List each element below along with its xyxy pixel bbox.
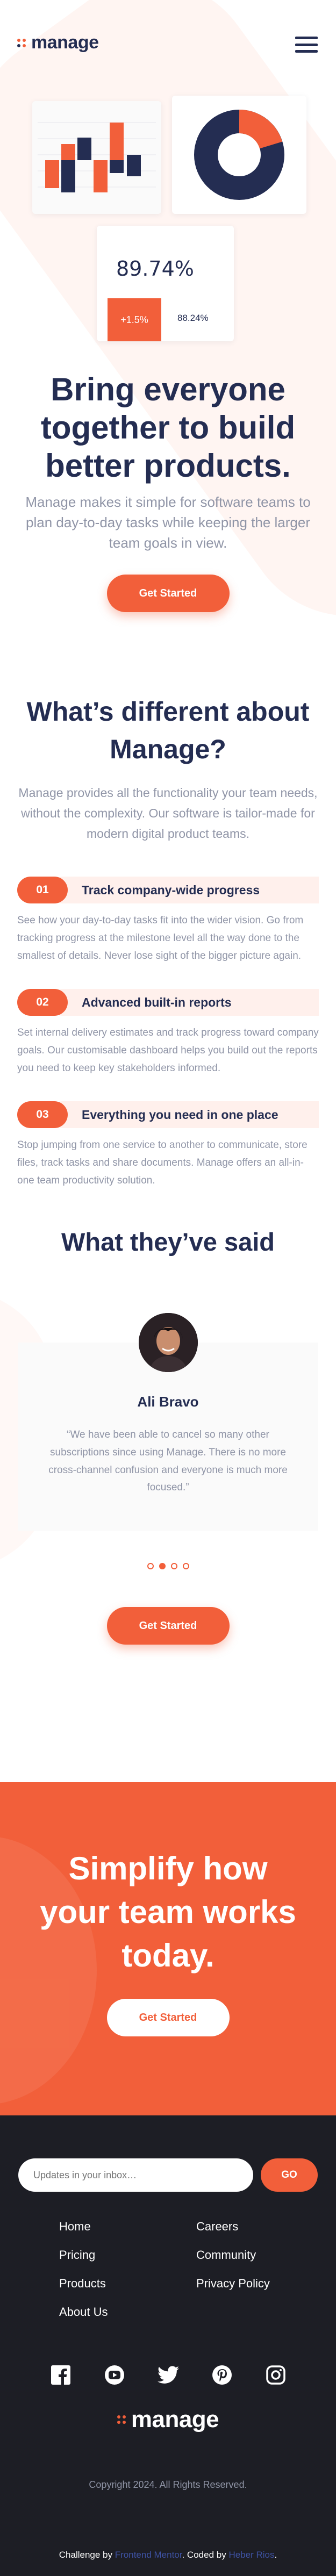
hero-illustration: 89.74% +1.5% 88.24% [0,91,336,349]
logo-mark-icon [17,38,26,47]
hamburger-icon[interactable] [295,37,318,53]
hero-section: Bring everyone together to build better … [0,371,336,553]
footer: GO Home Pricing Products About Us Career… [0,2115,336,2576]
footer-link-privacy[interactable]: Privacy Policy [196,2277,333,2305]
footer-link-home[interactable]: Home [59,2220,196,2248]
header: manage [0,0,336,91]
hero-subtitle: Manage makes it simple for software team… [25,494,311,551]
feature-item: 01 Track company-wide progress See how y… [17,877,319,965]
social-links [0,2363,336,2387]
feature-description: Set internal delivery estimates and trac… [17,1027,319,1074]
get-started-button[interactable]: Get Started [106,1999,230,2036]
donut-chart-card [172,96,306,214]
get-started-button[interactable]: Get Started [106,1607,230,1645]
footer-links: Home Pricing Products About Us Careers C… [0,2220,336,2334]
hero-title: Bring everyone together to build better … [40,371,296,484]
testimonials-section: What they’ve said Ali Bravo “We have bee… [0,1227,336,1645]
footer-logo-text: manage [131,2406,219,2433]
feature-number: 03 [17,1101,68,1129]
footer-link-pricing[interactable]: Pricing [59,2248,196,2277]
feature-item: 03 Everything you need in one place Stop… [17,1101,319,1189]
different-subtitle: Manage provides all the functionality yo… [18,786,318,841]
newsletter-input[interactable] [18,2158,253,2192]
feature-number: 02 [17,989,68,1016]
feature-number: 01 [17,877,68,904]
attribution: Challenge by Frontend Mentor. Coded by H… [0,2550,336,2560]
footer-link-products[interactable]: Products [59,2277,196,2305]
attribution-mid: . Coded by [182,2550,229,2560]
feature-item: 02 Advanced built-in reports Set interna… [17,989,319,1077]
carousel-dot[interactable] [170,1563,177,1570]
donut-chart-graphic [194,110,284,200]
footer-link-about[interactable]: About Us [59,2305,196,2334]
footer-link-careers[interactable]: Careers [196,2220,333,2248]
youtube-icon[interactable] [103,2363,126,2387]
get-started-button[interactable]: Get Started [106,575,230,613]
feature-title: Advanced built-in reports [82,995,232,1009]
footer-links-column: Home Pricing Products About Us [59,2220,196,2334]
carousel-dot[interactable] [147,1563,154,1570]
cta-section: Simplify how your team works today. Get … [0,1782,336,2115]
stat-change-badge: +1.5% [108,298,161,341]
feature-description: Stop jumping from one service to another… [17,1139,308,1186]
cta-title: Simplify how your team works today. [40,1850,296,1974]
bar-chart-graphic [38,122,156,192]
carousel-dot[interactable] [182,1563,189,1570]
newsletter-form: GO [0,2158,336,2192]
logo-text: manage [31,32,99,53]
bar-chart-card [32,101,161,214]
instagram-icon[interactable] [264,2363,288,2387]
footer-links-column: Careers Community Privacy Policy [196,2220,333,2334]
pinterest-icon[interactable] [210,2363,234,2387]
different-section: What’s different about Manage? Manage pr… [0,693,336,844]
logo-mark-icon [117,2415,126,2424]
page: manage 89.74% +1.5% 88.24% Bring everyon… [0,0,336,2576]
facebook-icon[interactable] [49,2363,73,2387]
carousel-dots [0,1563,336,1570]
testimonials-title: What they’ve said [61,1228,275,1257]
footer-link-community[interactable]: Community [196,2248,333,2277]
avatar [138,1313,198,1373]
copyright: Copyright 2024. All Rights Reserved. [89,2479,247,2490]
twitter-icon[interactable] [156,2363,180,2387]
footer-logo[interactable]: manage [0,2406,336,2433]
stat-other: 88.24% [177,313,209,323]
testimonial-card: Ali Bravo “We have been able to cancel s… [18,1313,318,1531]
frontend-mentor-link[interactable]: Frontend Mentor [115,2550,182,2560]
attribution-prefix: Challenge by [59,2550,115,2560]
feature-description: See how your day-to-day tasks fit into t… [17,915,304,961]
testimonial-name: Ali Bravo [137,1394,199,1410]
feature-title: Everything you need in one place [82,1107,278,1122]
testimonial-quote: “We have been able to cancel so many oth… [48,1429,288,1494]
newsletter-go-button[interactable]: GO [261,2158,318,2192]
stat-value: 89.74% [116,257,194,281]
feature-list: 01 Track company-wide progress See how y… [0,877,336,1189]
stat-card: 89.74% +1.5% 88.24% [97,226,234,341]
author-link[interactable]: Heber Rios [228,2550,274,2560]
attribution-suffix: . [274,2550,277,2560]
carousel-dot-active[interactable] [159,1563,166,1570]
feature-title: Track company-wide progress [82,882,260,897]
logo[interactable]: manage [17,32,99,53]
different-title: What’s different about Manage? [26,697,310,765]
